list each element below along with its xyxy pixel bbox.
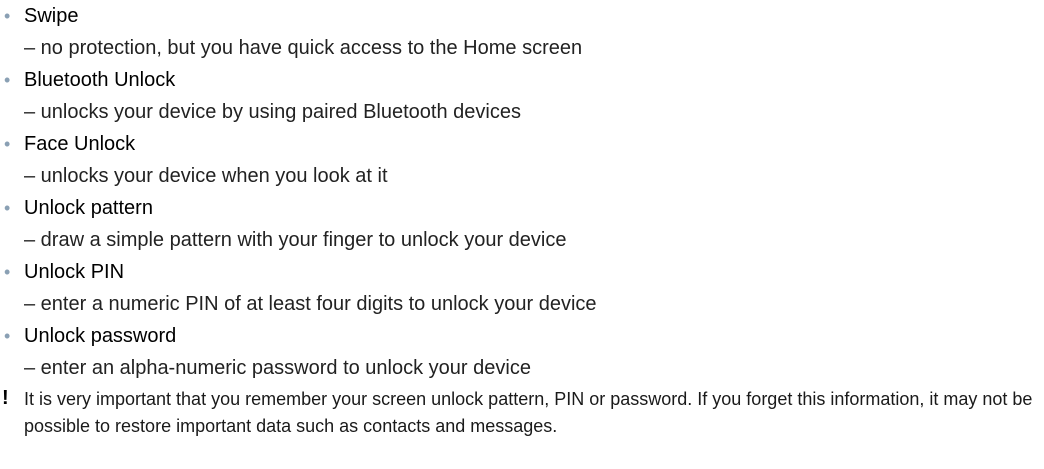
item-term: Unlock pattern	[24, 197, 153, 219]
bullet-icon: •	[4, 70, 11, 90]
bullet-icon: •	[4, 262, 11, 282]
item-description: – unlocks your device when you look at i…	[24, 165, 388, 187]
list-item: • Bluetooth Unlock – unlocks your device…	[0, 64, 1044, 128]
item-description: – enter an alpha-numeric password to unl…	[24, 357, 531, 379]
item-description: – unlocks your device by using paired Bl…	[24, 101, 521, 123]
list-item: • Face Unlock – unlocks your device when…	[0, 128, 1044, 192]
bullet-icon: •	[4, 326, 11, 346]
item-description: – enter a numeric PIN of at least four d…	[24, 293, 597, 315]
exclamation-icon: !	[2, 387, 9, 409]
item-term: Unlock password	[24, 325, 177, 347]
item-description: – no protection, but you have quick acce…	[24, 37, 583, 59]
list-item: • Unlock pattern – draw a simple pattern…	[0, 192, 1044, 256]
bullet-icon: •	[4, 6, 11, 26]
item-description: – draw a simple pattern with your finger…	[24, 229, 567, 251]
list-item: • Unlock password – enter an alpha-numer…	[0, 320, 1044, 384]
list-item: • Unlock PIN – enter a numeric PIN of at…	[0, 256, 1044, 320]
note-text: It is very important that you remember y…	[24, 389, 1033, 436]
item-term: Unlock PIN	[24, 261, 125, 283]
list-item: • Swipe – no protection, but you have qu…	[0, 0, 1044, 64]
item-term: Swipe	[24, 5, 79, 27]
item-term: Face Unlock	[24, 133, 136, 155]
unlock-methods-list: • Swipe – no protection, but you have qu…	[0, 0, 1044, 384]
item-term: Bluetooth Unlock	[24, 69, 176, 91]
bullet-icon: •	[4, 134, 11, 154]
bullet-icon: •	[4, 198, 11, 218]
